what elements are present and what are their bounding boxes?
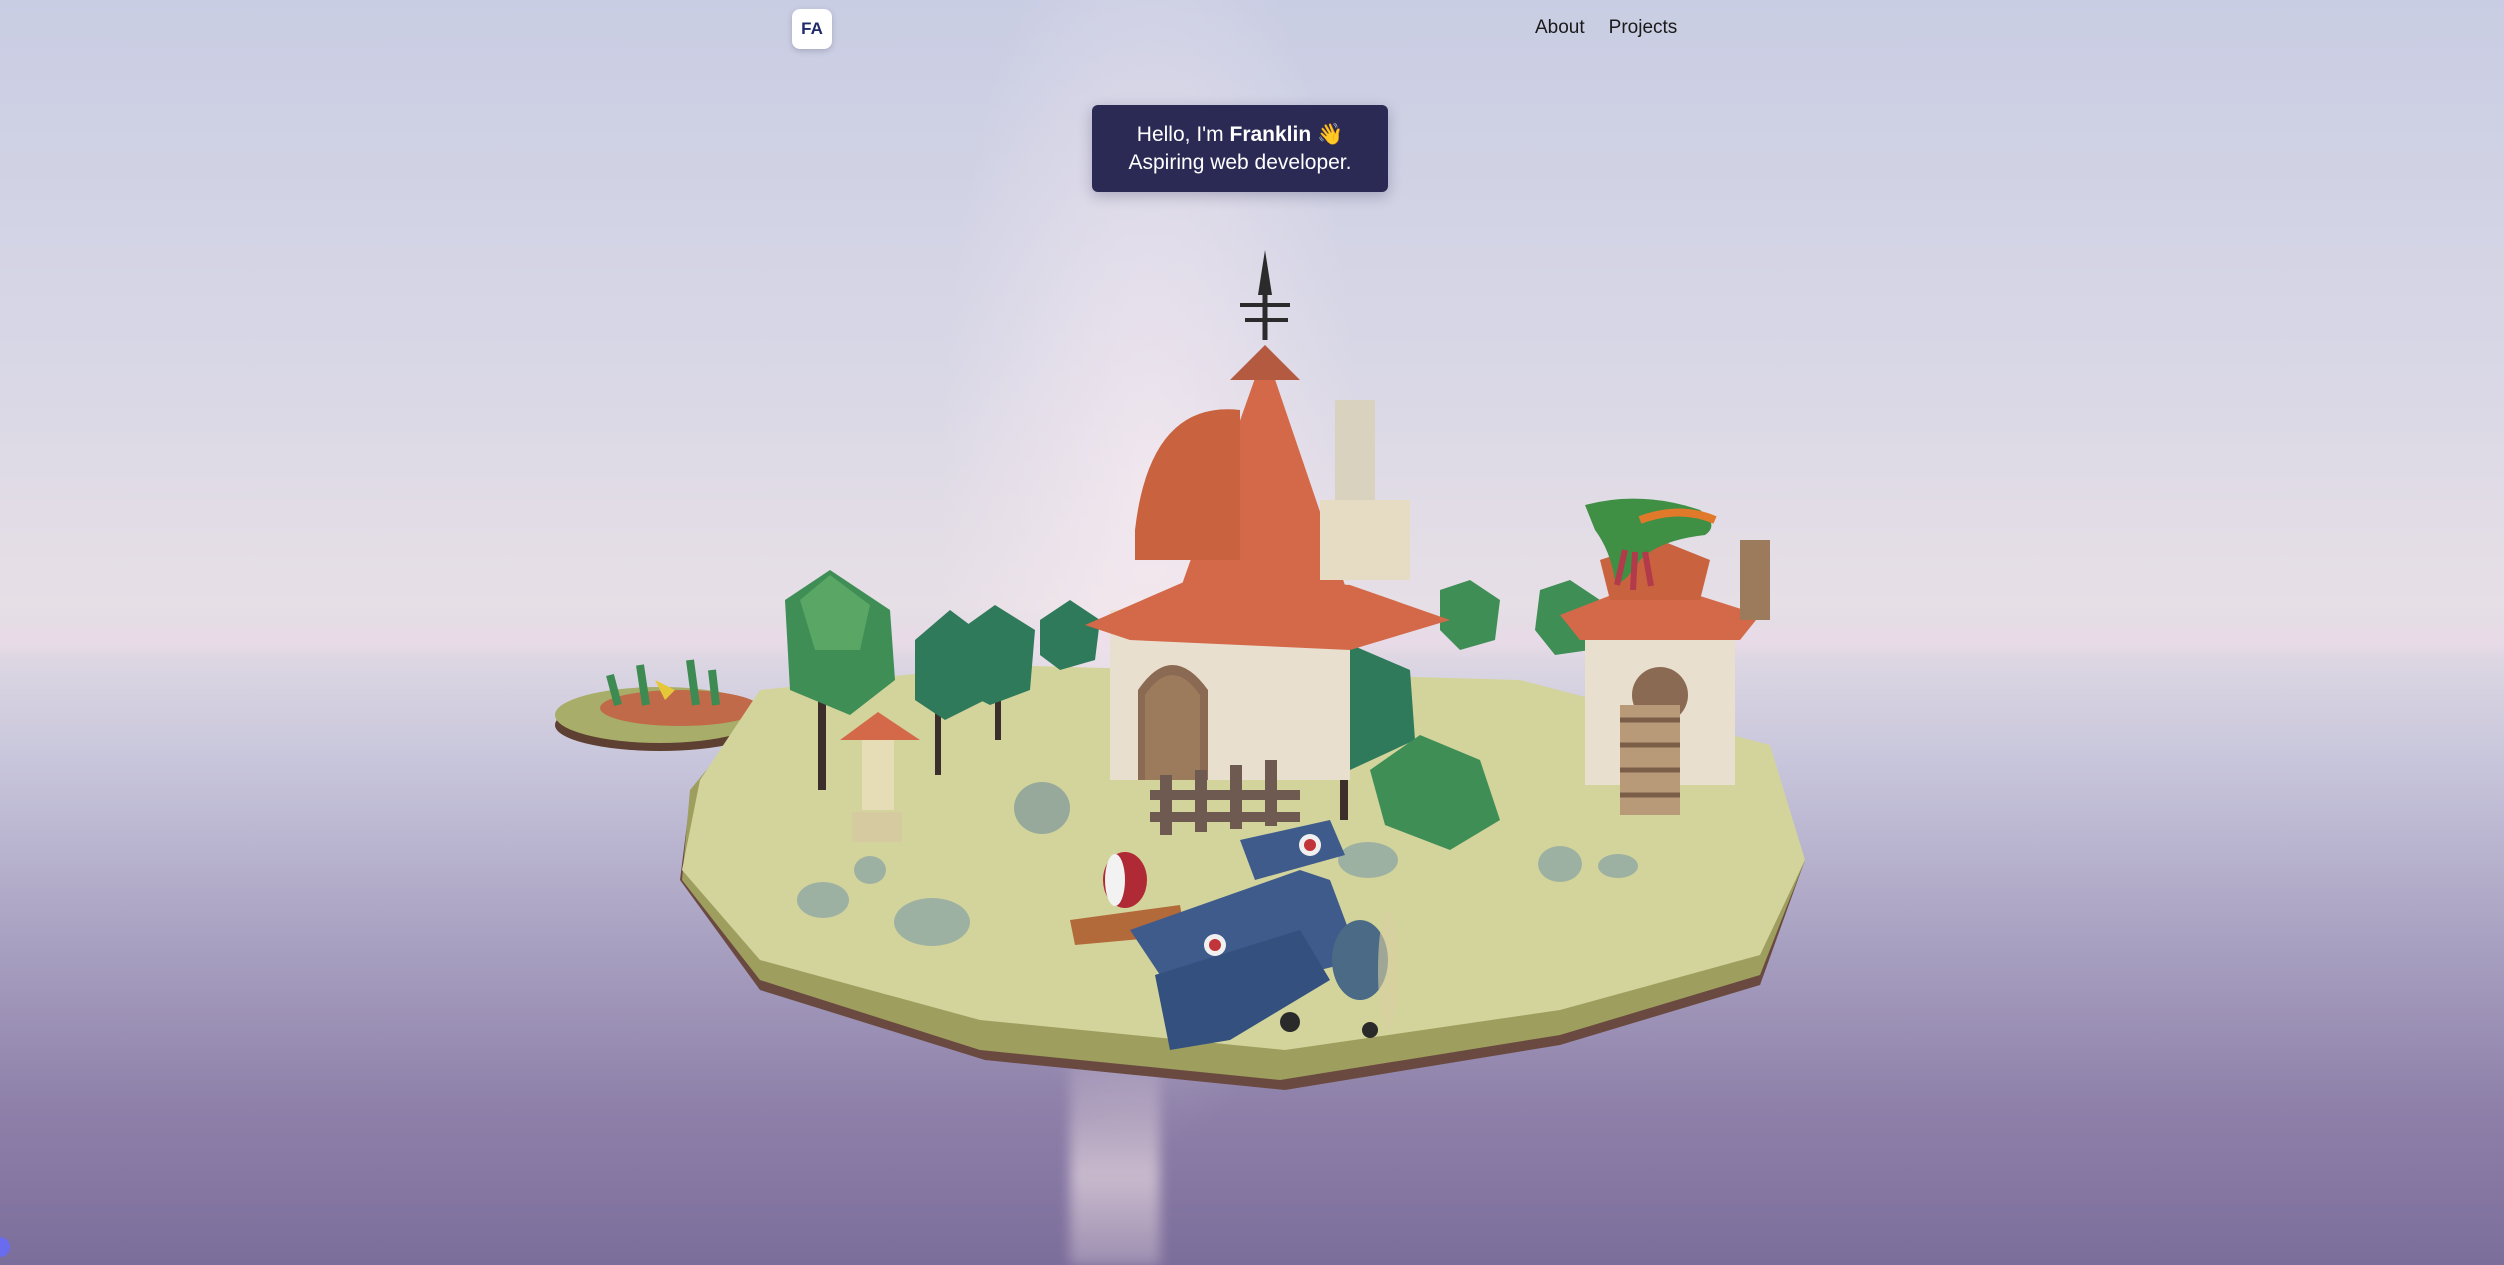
greeting-tagline: Aspiring web developer.	[1128, 151, 1352, 174]
greeting-line: Hello, I'm Franklin 👋	[1092, 121, 1388, 149]
greeting-card: Hello, I'm Franklin 👋 Aspiring web devel…	[1092, 105, 1388, 192]
nav-links: About Projects	[1535, 17, 1677, 39]
nav-link-projects[interactable]: Projects	[1609, 17, 1678, 39]
greeting-name: Franklin	[1229, 123, 1312, 146]
wave-icon: 👋	[1317, 123, 1344, 146]
logo-home-link[interactable]: FA	[792, 9, 832, 49]
greeting-prefix: Hello, I'm	[1136, 123, 1230, 146]
top-nav: FA About Projects	[0, 0, 2504, 60]
nav-link-about[interactable]: About	[1535, 17, 1585, 39]
